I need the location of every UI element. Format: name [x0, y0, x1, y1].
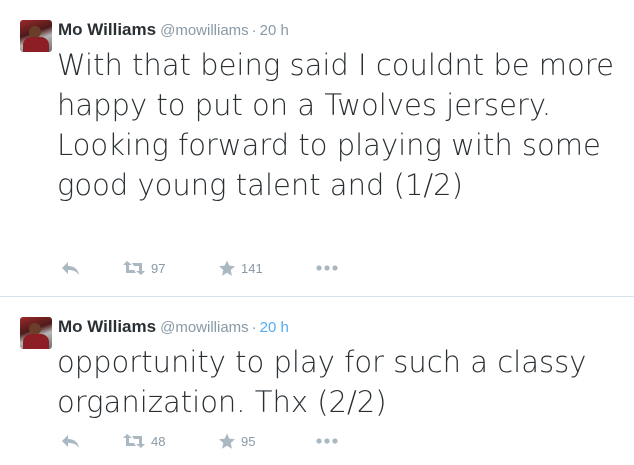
retweet-icon	[123, 261, 145, 275]
timestamp[interactable]: 20 h	[260, 319, 289, 336]
reply-icon	[62, 262, 79, 275]
more-dots-icon	[316, 265, 338, 271]
tweet-2[interactable]: Mo Williams @mowilliams · 20 h opportunity …	[0, 296, 634, 465]
separator: ·	[251, 319, 257, 336]
more-dots-icon	[316, 438, 338, 444]
reply-button[interactable]	[60, 260, 122, 276]
timestamp[interactable]: 20 h	[260, 22, 289, 39]
retweet-button[interactable]: 97	[122, 260, 218, 276]
author-handle[interactable]: @mowilliams	[160, 319, 249, 336]
author-name[interactable]: Mo Williams	[58, 317, 156, 336]
more-button[interactable]	[315, 264, 343, 272]
avatar[interactable]	[20, 317, 52, 349]
tweet-1[interactable]: Mo Williams @mowilliams · 20 h With that be…	[0, 0, 634, 296]
favorite-count: 95	[241, 433, 256, 449]
star-icon	[219, 433, 235, 449]
favorite-button[interactable]: 141	[218, 260, 315, 277]
star-icon	[219, 260, 235, 276]
favorite-count: 141	[241, 260, 263, 276]
retweet-icon	[123, 434, 145, 448]
author-name[interactable]: Mo Williams	[58, 20, 156, 39]
tweet-header: Mo Williams @mowilliams · 20 h	[58, 317, 289, 338]
tweet-text: opportunity to play for such a classy or…	[57, 345, 587, 419]
retweet-button[interactable]: 48	[122, 433, 218, 449]
separator: ·	[251, 22, 257, 39]
tweet-actions: 48 95	[60, 429, 343, 453]
tweet-header: Mo Williams @mowilliams · 20 h	[58, 20, 289, 41]
more-button[interactable]	[315, 437, 343, 445]
reply-button[interactable]	[60, 433, 122, 449]
favorite-button[interactable]: 95	[218, 433, 315, 450]
reply-icon	[62, 435, 79, 448]
avatar[interactable]	[20, 20, 52, 52]
tweet-text: With that being said I couldnt be more h…	[57, 48, 614, 202]
author-handle[interactable]: @mowilliams	[160, 22, 249, 39]
tweet-actions: 97 141	[60, 256, 343, 280]
retweet-count: 97	[151, 260, 166, 276]
retweet-count: 48	[151, 433, 166, 449]
